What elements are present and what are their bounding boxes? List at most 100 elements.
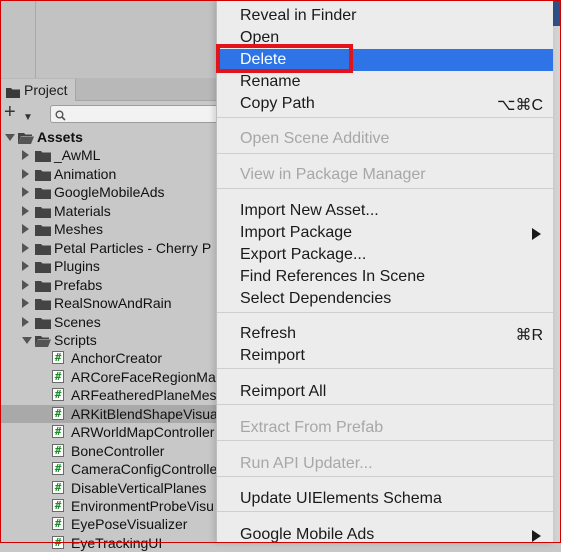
context-menu: Reveal in Finder Open Delete Rename Copy Pat… <box>216 0 553 543</box>
menu-item-refresh[interactable]: Refresh ⌘R <box>217 323 553 345</box>
menu-separator <box>217 476 553 477</box>
csharp-script-icon: # <box>52 425 64 439</box>
folder-icon <box>35 186 51 202</box>
folder-icon <box>35 297 51 313</box>
menu-item-label: Open Scene Additive <box>240 130 390 147</box>
menu-item-label: Copy Path <box>240 95 315 112</box>
menu-item-view-in-package-manager: View in Package Manager <box>217 164 553 186</box>
folder-icon <box>35 223 51 239</box>
tree-item-label: Plugins <box>54 258 100 275</box>
expand-right-icon[interactable] <box>22 205 29 216</box>
menu-item-extract-from-prefab: Extract From Prefab <box>217 417 553 439</box>
folder-icon <box>35 260 51 276</box>
menu-item-import-new-asset[interactable]: Import New Asset... <box>217 200 553 222</box>
folder-icon <box>35 168 51 184</box>
folder-open-icon <box>35 334 51 350</box>
csharp-script-icon: # <box>52 369 64 383</box>
menu-separator <box>217 188 553 189</box>
tree-item-label: _AwML <box>54 147 101 164</box>
expand-right-icon[interactable] <box>22 298 29 309</box>
tree-item-label: EyePoseVisualizer <box>71 516 188 533</box>
menu-separator <box>217 404 553 405</box>
menu-item-label: Reimport All <box>240 383 327 400</box>
folder-icon <box>35 149 51 165</box>
expand-down-icon[interactable] <box>5 134 15 141</box>
search-input[interactable] <box>69 106 219 121</box>
folder-icon <box>35 242 51 258</box>
menu-item-label: Import Package <box>240 224 353 241</box>
csharp-script-icon: # <box>52 351 64 365</box>
menu-item-label: Export Package... <box>240 246 367 263</box>
menu-shortcut: ⌥⌘C <box>497 97 543 114</box>
right-edge-panel <box>552 0 561 543</box>
expand-right-icon[interactable] <box>22 242 29 253</box>
tree-item-label: Scenes <box>54 313 101 330</box>
csharp-script-icon: # <box>52 535 64 549</box>
tree-item-label: ARFeatheredPlaneMes <box>71 387 217 404</box>
csharp-script-icon: # <box>52 480 64 494</box>
menu-item-label: Run API Updater... <box>240 455 373 472</box>
menu-item-label: Google Mobile Ads <box>240 526 375 543</box>
search-icon <box>55 108 66 126</box>
menu-separator <box>217 368 553 369</box>
search-box[interactable] <box>50 105 232 123</box>
menu-item-label: Extract From Prefab <box>240 419 384 436</box>
tree-item-label: ARCoreFaceRegionMa <box>71 368 216 385</box>
expand-right-icon[interactable] <box>22 224 29 235</box>
expand-right-icon[interactable] <box>22 187 29 198</box>
tree-item-label: BoneController <box>71 442 165 459</box>
folder-icon <box>35 205 51 221</box>
menu-item-reimport-all[interactable]: Reimport All <box>217 381 553 403</box>
expand-right-icon[interactable] <box>22 150 29 161</box>
menu-item-reveal-in-finder[interactable]: Reveal in Finder <box>217 5 553 27</box>
expand-right-icon[interactable] <box>22 168 29 179</box>
menu-item-select-dependencies[interactable]: Select Dependencies <box>217 288 553 310</box>
menu-item-label: Update UIElements Schema <box>240 490 442 507</box>
menu-item-copy-path[interactable]: Copy Path ⌥⌘C <box>217 93 553 115</box>
add-button[interactable]: + ▼ <box>4 102 38 123</box>
folder-icon <box>35 279 51 295</box>
menu-item-open-scene-additive: Open Scene Additive <box>217 128 553 150</box>
menu-item-label: Reimport <box>240 347 305 364</box>
csharp-script-icon: # <box>52 443 64 457</box>
right-edge-accent <box>552 0 561 26</box>
tree-item-label: DisableVerticalPlanes <box>71 479 207 496</box>
tree-item-label: Scripts <box>54 331 97 348</box>
menu-separator <box>217 153 553 154</box>
tab-project[interactable]: Project <box>0 79 76 101</box>
menu-item-find-references-in-scene[interactable]: Find References In Scene <box>217 266 553 288</box>
menu-item-label: Find References In Scene <box>240 268 425 285</box>
tree-item-label: Animation <box>54 165 117 182</box>
tree-item-label: GoogleMobileAds <box>54 184 165 201</box>
menu-item-import-package[interactable]: Import Package <box>217 222 553 244</box>
delete-highlight-annotation <box>216 44 353 73</box>
tree-item-label: Materials <box>54 202 111 219</box>
expand-down-icon[interactable] <box>22 336 32 344</box>
tree-item-label: Prefabs <box>54 276 103 293</box>
submenu-arrow-icon <box>532 530 541 542</box>
expand-right-icon[interactable] <box>22 261 29 272</box>
csharp-script-icon: # <box>52 517 64 531</box>
expand-right-icon[interactable] <box>22 316 29 327</box>
panel-divider <box>35 0 36 78</box>
menu-separator <box>217 440 553 441</box>
chevron-down-icon: ▼ <box>23 112 33 123</box>
tree-item-label: Petal Particles - Cherry P <box>54 239 212 256</box>
menu-item-label: Refresh <box>240 325 297 342</box>
menu-item-rename[interactable]: Rename <box>217 71 553 93</box>
menu-item-run-api-updater: Run API Updater... <box>217 453 553 475</box>
menu-separator <box>217 312 553 313</box>
tab-project-label: Project <box>24 82 68 98</box>
tree-item-label: ARWorldMapController <box>71 424 215 441</box>
tree-item-label: AnchorCreator <box>71 350 163 367</box>
menu-shortcut: ⌘R <box>515 327 543 344</box>
expand-right-icon[interactable] <box>22 279 29 290</box>
menu-item-export-package[interactable]: Export Package... <box>217 244 553 266</box>
submenu-arrow-icon <box>532 228 541 240</box>
tree-item-label: RealSnowAndRain <box>54 295 172 312</box>
menu-item-update-uielements-schema[interactable]: Update UIElements Schema <box>217 488 553 510</box>
menu-separator <box>217 117 553 118</box>
csharp-script-icon: # <box>52 388 64 402</box>
menu-item-reimport[interactable]: Reimport <box>217 345 553 367</box>
tree-item-label: Meshes <box>54 221 104 238</box>
